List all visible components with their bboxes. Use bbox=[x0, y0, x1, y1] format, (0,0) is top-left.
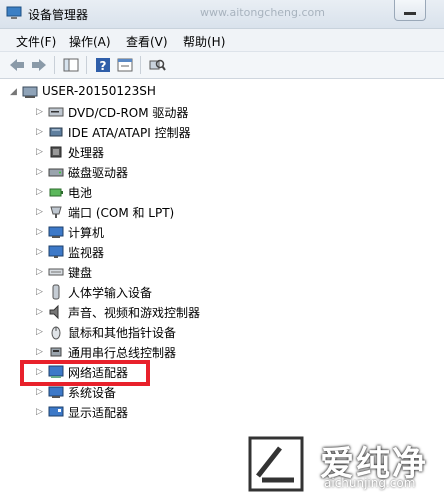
device-manager-icon bbox=[6, 6, 22, 19]
tree-item-label: 磁盘驱动器 bbox=[68, 166, 129, 180]
tree-item-label: 系统设备 bbox=[68, 386, 117, 400]
monitor-icon bbox=[48, 245, 64, 258]
tree-item[interactable]: ▷ 显示适配器 bbox=[36, 402, 296, 422]
tree-item[interactable]: ▷ IDE ATA/ATAPI 控制器 bbox=[36, 122, 296, 142]
tree-item-label: IDE ATA/ATAPI 控制器 bbox=[68, 126, 191, 140]
expand-arrow-icon[interactable]: ▷ bbox=[36, 167, 46, 177]
port-icon bbox=[50, 206, 62, 218]
expand-arrow-icon[interactable]: ▷ bbox=[36, 287, 46, 297]
tree-item-label: 显示适配器 bbox=[68, 406, 129, 420]
tree-item[interactable]: ▷ 处理器 bbox=[36, 142, 296, 162]
collapse-arrow-icon[interactable]: ◢ bbox=[10, 87, 20, 97]
expand-arrow-icon[interactable]: ▷ bbox=[36, 147, 46, 157]
ide-controller-icon bbox=[49, 127, 63, 137]
tree-item[interactable]: ▷ 计算机 bbox=[36, 222, 296, 242]
svg-text:?: ? bbox=[100, 59, 107, 73]
expand-arrow-icon[interactable]: ▷ bbox=[36, 407, 46, 417]
expand-arrow-icon[interactable]: ▷ bbox=[36, 267, 46, 277]
disk-drive-icon bbox=[48, 168, 64, 177]
mouse-icon bbox=[51, 326, 61, 340]
tree-item[interactable]: ▷ 磁盘驱动器 bbox=[36, 162, 296, 182]
show-hide-console-tree-icon[interactable] bbox=[62, 56, 80, 74]
help-icon[interactable]: ? bbox=[94, 56, 112, 74]
url-watermark: www.aitongcheng.com bbox=[200, 6, 326, 19]
tree-root[interactable]: ◢ USER-20150123SH bbox=[10, 82, 270, 102]
expand-arrow-icon[interactable]: ▷ bbox=[36, 187, 46, 197]
expand-arrow-icon[interactable]: ▷ bbox=[36, 207, 46, 217]
tree-item[interactable]: ▷ 监视器 bbox=[36, 242, 296, 262]
usb-icon bbox=[50, 347, 62, 357]
forward-arrow-icon[interactable] bbox=[30, 56, 48, 74]
system-device-icon bbox=[48, 386, 64, 398]
menu-bar: 文件(F) 操作(A) 查看(V) 帮助(H) bbox=[0, 29, 444, 52]
tree-item-label: 鼠标和其他指针设备 bbox=[68, 326, 177, 340]
expand-arrow-icon[interactable]: ▷ bbox=[36, 107, 46, 117]
computer-name: USER-20150123SH bbox=[42, 84, 156, 98]
keyboard-icon bbox=[48, 268, 64, 276]
tree-item-label: DVD/CD-ROM 驱动器 bbox=[68, 106, 189, 120]
dvd-drive-icon bbox=[48, 107, 64, 117]
battery-icon bbox=[49, 188, 63, 197]
tree-item-label: 声音、视频和游戏控制器 bbox=[68, 306, 201, 320]
tree-item-label: 电池 bbox=[68, 186, 93, 200]
processor-icon bbox=[50, 146, 62, 158]
expand-arrow-icon[interactable]: ▷ bbox=[36, 307, 46, 317]
expand-arrow-icon[interactable]: ▷ bbox=[36, 347, 46, 357]
site-logo: 爱纯净 aichunjing.com bbox=[248, 430, 444, 494]
tree-item[interactable]: ▷ 鼠标和其他指针设备 bbox=[36, 322, 296, 342]
expand-arrow-icon[interactable]: ▷ bbox=[36, 387, 46, 397]
tree-item-label: 端口 (COM 和 LPT) bbox=[68, 206, 175, 220]
expand-arrow-icon[interactable]: ▷ bbox=[36, 327, 46, 337]
back-arrow-icon[interactable] bbox=[8, 56, 26, 74]
expand-arrow-icon[interactable]: ▷ bbox=[36, 247, 46, 257]
computer-icon bbox=[48, 226, 64, 238]
logo-mark-icon bbox=[248, 436, 304, 492]
tree-item[interactable]: ▷ 键盘 bbox=[36, 262, 296, 282]
menu-action[interactable]: 操作(A) bbox=[69, 33, 111, 50]
tree-item[interactable]: ▷ 通用串行总线控制器 bbox=[36, 342, 296, 362]
tree-item[interactable]: ▷ 电池 bbox=[36, 182, 296, 202]
expand-arrow-icon[interactable]: ▷ bbox=[36, 227, 46, 237]
minimize-button[interactable] bbox=[394, 0, 426, 21]
title-bar: 设备管理器 www.aitongcheng.com bbox=[0, 0, 444, 29]
tree-item-label: 人体学输入设备 bbox=[68, 286, 153, 300]
logo-url: aichunjing.com bbox=[324, 476, 416, 490]
tree-item-label: 处理器 bbox=[68, 146, 105, 160]
tree-item[interactable]: ▷ 端口 (COM 和 LPT) bbox=[36, 202, 296, 222]
tree-item[interactable]: ▷ 声音、视频和游戏控制器 bbox=[36, 302, 296, 322]
highlight-box bbox=[20, 360, 150, 386]
tree-item-label: 计算机 bbox=[68, 226, 105, 240]
computer-icon bbox=[22, 86, 38, 98]
tree-item-label: 键盘 bbox=[68, 266, 93, 280]
tree-item-label: 监视器 bbox=[68, 246, 105, 260]
display-adapter-icon bbox=[48, 406, 64, 417]
hid-icon bbox=[52, 284, 60, 300]
properties-icon[interactable] bbox=[116, 56, 134, 74]
tree-item[interactable]: ▷ DVD/CD-ROM 驱动器 bbox=[36, 102, 296, 122]
tree-item[interactable]: ▷ 人体学输入设备 bbox=[36, 282, 296, 302]
toolbar: ? bbox=[0, 52, 444, 79]
scan-hardware-icon[interactable] bbox=[148, 56, 166, 74]
menu-file[interactable]: 文件(F) bbox=[16, 33, 56, 50]
tree-item-label: 通用串行总线控制器 bbox=[68, 346, 177, 360]
expand-arrow-icon[interactable]: ▷ bbox=[36, 127, 46, 137]
menu-help[interactable]: 帮助(H) bbox=[183, 33, 225, 50]
sound-icon bbox=[49, 304, 59, 320]
menu-view[interactable]: 查看(V) bbox=[126, 33, 168, 50]
window-title: 设备管理器 bbox=[28, 8, 89, 22]
